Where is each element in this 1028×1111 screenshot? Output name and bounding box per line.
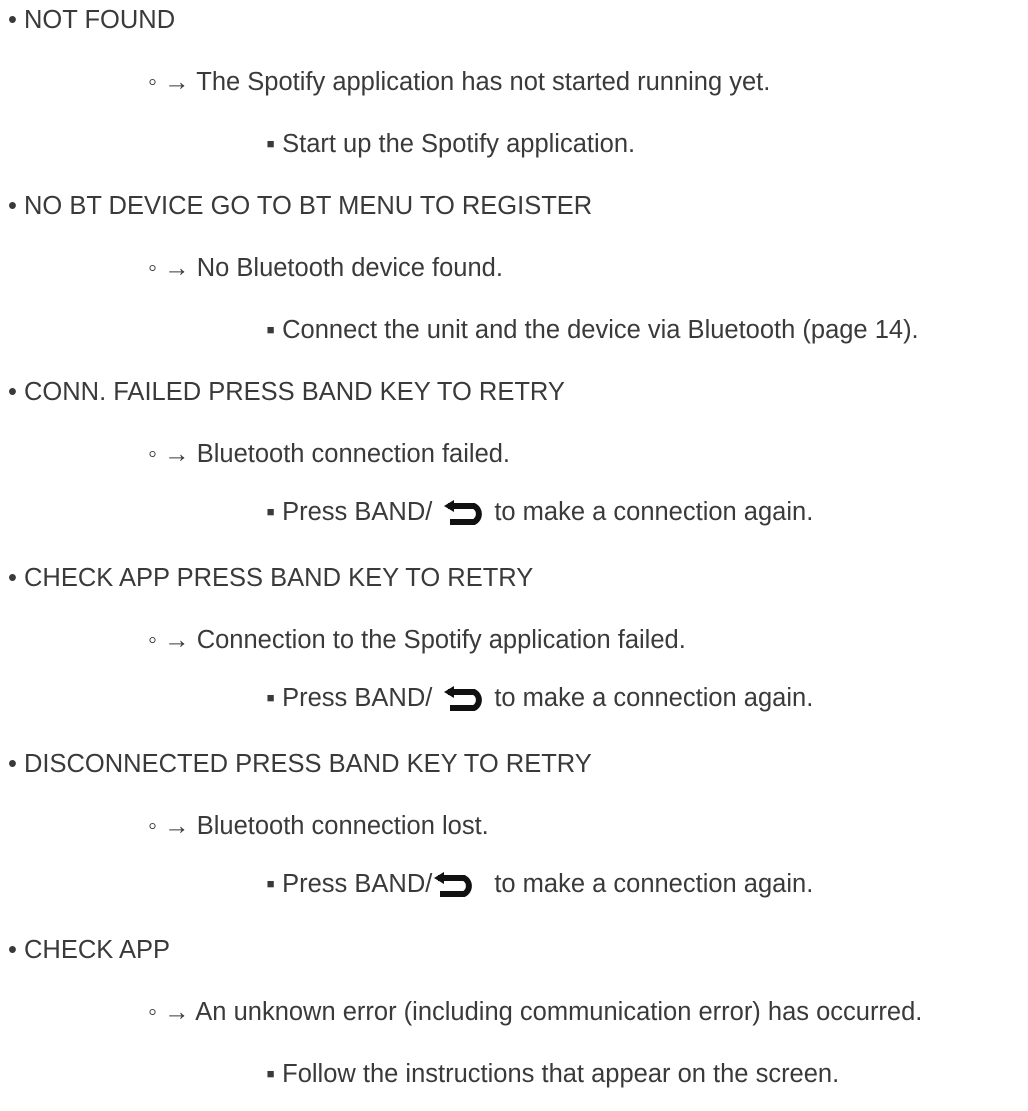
- message-action: ▪ Connect the unit and the device via Bl…: [266, 316, 919, 344]
- action-suffix: to make a connection again.: [494, 498, 814, 527]
- message-code: • CONN. FAILED PRESS BAND KEY TO RETRY: [8, 378, 565, 406]
- message-cause: ◦ → Bluetooth connection lost.: [148, 812, 489, 840]
- back-icon: [444, 686, 490, 712]
- action-suffix: to make a connection again.: [494, 684, 814, 713]
- message-cause: ◦ → The Spotify application has not star…: [148, 68, 771, 96]
- message-action: ▪ Press BAND/ to make a connection again…: [266, 872, 813, 898]
- message-code: • NOT FOUND: [8, 6, 176, 34]
- message-cause: ◦ → Bluetooth connection failed.: [148, 440, 511, 468]
- message-code: • DISCONNECTED PRESS BAND KEY TO RETRY: [8, 750, 592, 778]
- message-code: • NO BT DEVICE GO TO BT MENU TO REGISTER: [8, 192, 593, 220]
- message-action: ▪ Start up the Spotify application.: [266, 130, 636, 158]
- back-icon: [444, 500, 490, 526]
- action-suffix: to make a connection again.: [494, 870, 814, 899]
- back-icon: [434, 872, 480, 898]
- message-cause: ◦ → Connection to the Spotify applicatio…: [148, 626, 686, 654]
- message-cause: ◦ → An unknown error (including communic…: [148, 998, 923, 1026]
- message-cause: ◦ → No Bluetooth device found.: [148, 254, 503, 282]
- message-action: ▪ Press BAND/ to make a connection again…: [266, 500, 813, 526]
- message-code: • CHECK APP PRESS BAND KEY TO RETRY: [8, 564, 534, 592]
- message-action: ▪ Press BAND/ to make a connection again…: [266, 686, 813, 712]
- action-prefix: ▪ Press BAND/: [266, 684, 433, 713]
- action-prefix: ▪ Press BAND/: [266, 870, 433, 899]
- message-code: • CHECK APP: [8, 936, 170, 964]
- message-action: ▪ Follow the instructions that appear on…: [266, 1060, 840, 1088]
- action-prefix: ▪ Press BAND/: [266, 498, 433, 527]
